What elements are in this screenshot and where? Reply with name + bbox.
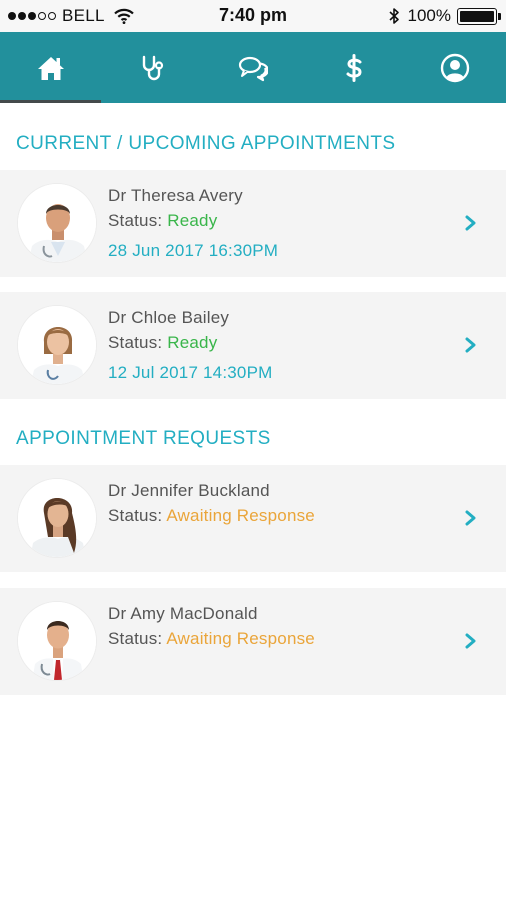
status-bar: BELL 7:40 pm 100%: [0, 0, 506, 32]
stethoscope-icon: [142, 55, 163, 80]
appointment-datetime: 28 Jun 2017 16:30PM: [108, 241, 279, 260]
doctor-avatar: [17, 601, 97, 681]
doctor-avatar: [17, 305, 97, 385]
status-label: Status:: [108, 211, 163, 230]
doctor-name: Dr Amy MacDonald: [108, 604, 258, 623]
chevron-right-icon: [465, 510, 476, 526]
status-line: Status: Ready: [108, 211, 217, 231]
chevron-right-icon: [465, 337, 476, 353]
dollar-icon: [346, 53, 362, 82]
home-icon: [37, 56, 64, 80]
status-bar-right: 100%: [388, 6, 501, 25]
doctor-photo: [18, 602, 96, 680]
appointment-datetime: 12 Jul 2017 14:30PM: [108, 363, 273, 382]
appointment-card[interactable]: Dr Chloe Bailey Status: Ready 12 Jul 201…: [0, 292, 506, 399]
chat-bubbles-icon: [238, 56, 268, 81]
status-value: Awaiting Response: [166, 506, 315, 525]
tab-doctors[interactable]: [101, 32, 202, 103]
doctor-avatar: [17, 183, 97, 263]
status-line: Status: Ready: [108, 333, 217, 353]
doctor-photo: [18, 184, 96, 262]
battery-level: [460, 10, 494, 22]
doctor-name: Dr Chloe Bailey: [108, 308, 230, 327]
battery-tip: [498, 12, 501, 20]
tab-bar: [0, 32, 506, 103]
doctor-name: Dr Theresa Avery: [108, 186, 243, 205]
status-value: Ready: [167, 211, 218, 230]
battery-icon: [457, 7, 501, 25]
status-line: Status: Awaiting Response: [108, 506, 315, 526]
status-label: Status:: [108, 629, 163, 648]
user-profile-icon: [441, 53, 470, 82]
chevron-right-icon: [465, 633, 476, 649]
status-line: Status: Awaiting Response: [108, 629, 315, 649]
section-title-current: CURRENT / UPCOMING APPOINTMENTS: [16, 133, 396, 154]
appointment-card[interactable]: Dr Theresa Avery Status: Ready 28 Jun 20…: [0, 170, 506, 277]
status-label: Status:: [108, 333, 163, 352]
doctor-avatar: [17, 478, 97, 558]
tab-profile[interactable]: [405, 32, 506, 103]
chevron-right-icon: [465, 215, 476, 231]
doctor-photo: [18, 306, 96, 384]
bluetooth-icon: [388, 8, 399, 24]
section-title-requests: APPOINTMENT REQUESTS: [16, 428, 271, 449]
request-card[interactable]: Dr Amy MacDonald Status: Awaiting Respon…: [0, 588, 506, 695]
status-value: Ready: [167, 333, 218, 352]
tab-home[interactable]: [0, 32, 102, 103]
tab-messages[interactable]: [202, 32, 303, 103]
doctor-photo: [18, 479, 96, 557]
tab-billing[interactable]: [304, 32, 405, 103]
status-label: Status:: [108, 506, 163, 525]
battery-percent: 100%: [407, 6, 451, 25]
status-value: Awaiting Response: [166, 629, 315, 648]
request-card[interactable]: Dr Jennifer Buckland Status: Awaiting Re…: [0, 465, 506, 572]
doctor-name: Dr Jennifer Buckland: [108, 481, 270, 500]
